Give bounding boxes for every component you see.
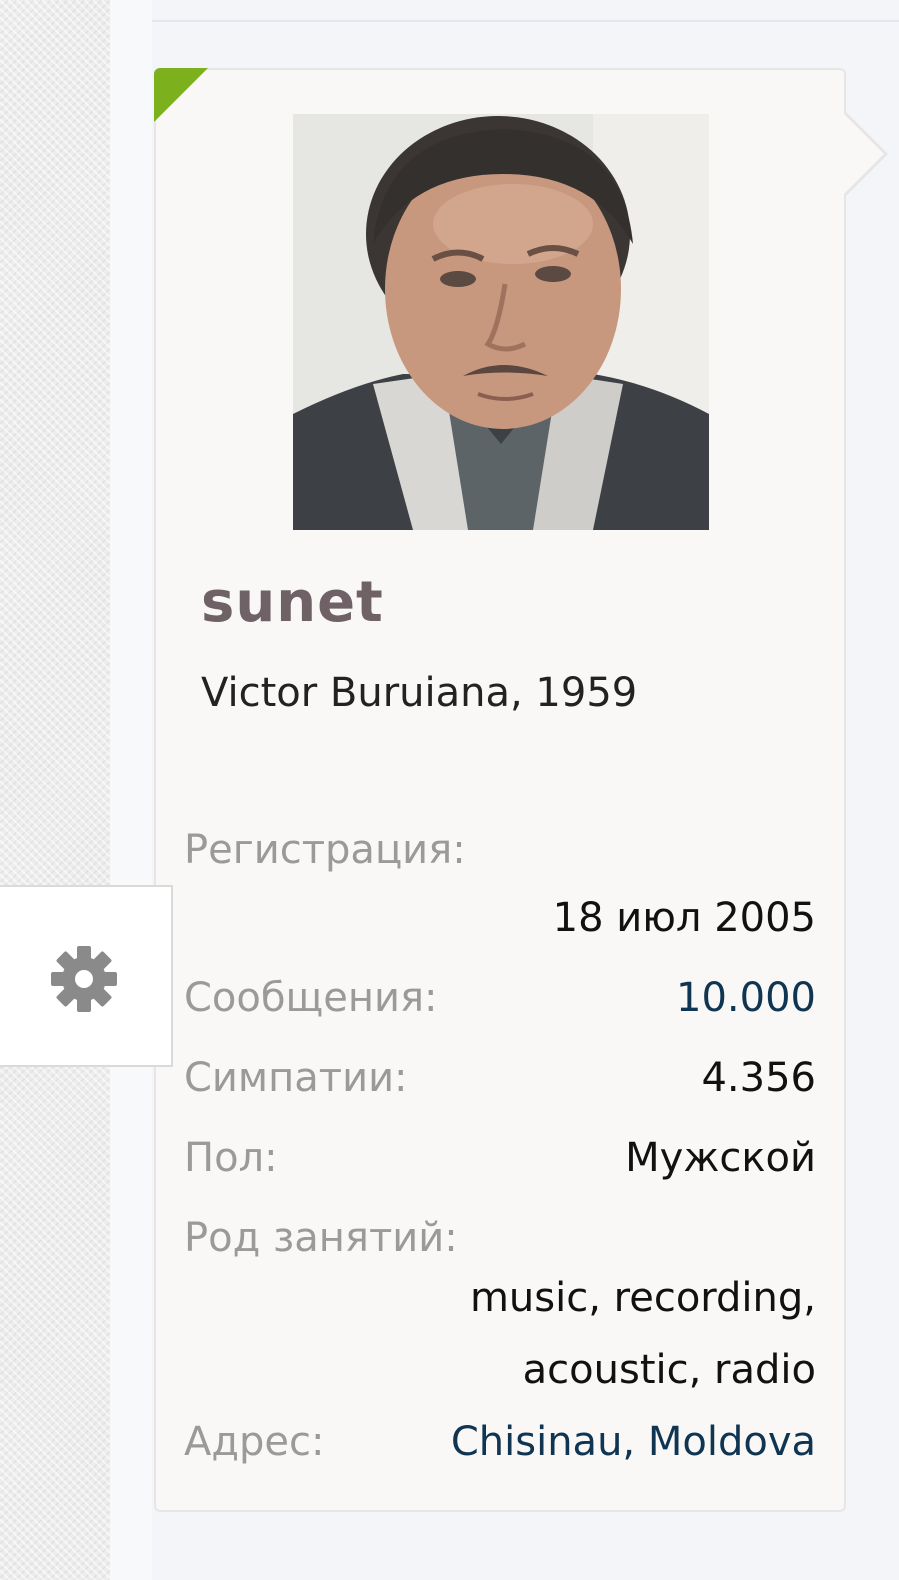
- stat-row-address: Адрес: Chisinau, Moldova: [184, 1414, 816, 1494]
- avatar-image: [293, 114, 709, 530]
- occupation-label: Род занятий:: [184, 1215, 458, 1261]
- settings-button[interactable]: [0, 885, 173, 1067]
- user-stats-list: Регистрация: 18 июл 2005 Сообщения: 10.0…: [184, 822, 816, 1494]
- occupation-value-line1: music, recording,: [469, 1275, 816, 1321]
- registration-label: Регистрация:: [184, 827, 466, 873]
- avatar[interactable]: [293, 114, 709, 530]
- gender-value: Мужской: [625, 1135, 816, 1181]
- gender-label: Пол:: [184, 1135, 278, 1181]
- gear-icon: [51, 946, 117, 1012]
- online-indicator-corner: [154, 68, 208, 122]
- likes-label: Симпатии:: [184, 1055, 408, 1101]
- stat-row-occupation-line2: acoustic, radio: [184, 1342, 816, 1414]
- stat-row-gender: Пол: Мужской: [184, 1130, 816, 1210]
- stat-row-likes: Симпатии: 4.356: [184, 1050, 816, 1130]
- stat-row-occupation: Род занятий:: [184, 1210, 816, 1270]
- registration-value: 18 июл 2005: [552, 895, 816, 941]
- stat-row-occupation-line1: music, recording,: [184, 1270, 816, 1342]
- username-link[interactable]: sunet: [201, 570, 384, 635]
- stat-row-messages: Сообщения: 10.000: [184, 970, 816, 1050]
- messages-value-link[interactable]: 10.000: [676, 970, 816, 1026]
- stat-row-registration: Регистрация:: [184, 822, 816, 890]
- left-textured-strip: [0, 0, 110, 1580]
- messages-label: Сообщения:: [184, 975, 438, 1021]
- card-pointer-arrow-fill: [842, 112, 884, 196]
- gutter: [110, 0, 152, 1580]
- user-info-card: sunet Victor Buruiana, 1959 Регистрация:…: [154, 68, 888, 1512]
- address-label: Адрес:: [184, 1419, 325, 1465]
- top-divider: [152, 20, 899, 22]
- address-value-link[interactable]: Chisinau, Moldova: [451, 1414, 816, 1470]
- real-name-text: Victor Buruiana, 1959: [201, 670, 638, 716]
- page: sunet Victor Buruiana, 1959 Регистрация:…: [0, 0, 899, 1580]
- likes-value: 4.356: [701, 1055, 816, 1101]
- occupation-value-line2: acoustic, radio: [522, 1347, 816, 1393]
- stat-row-registration-value: 18 июл 2005: [184, 890, 816, 970]
